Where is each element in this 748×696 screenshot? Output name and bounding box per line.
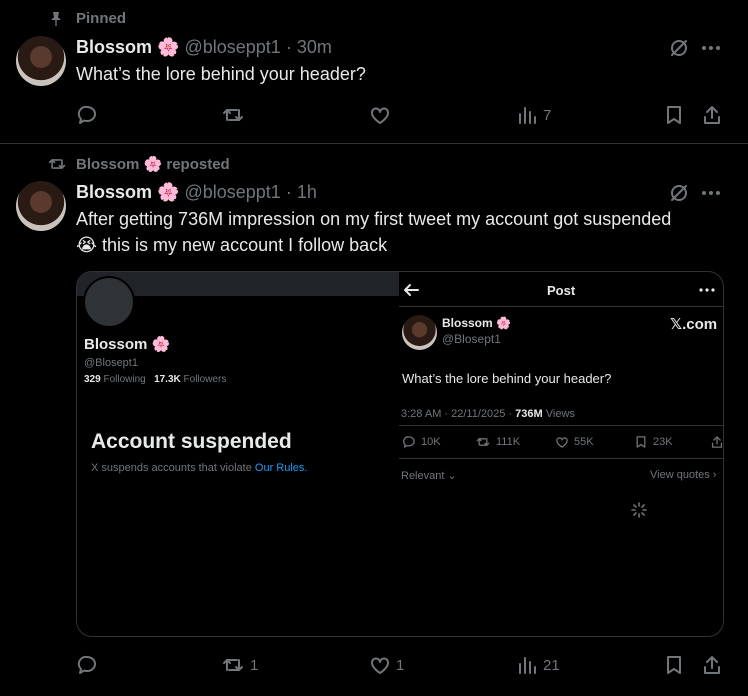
views-icon[interactable] xyxy=(517,105,537,125)
tweet-time[interactable]: · 1h xyxy=(286,182,317,202)
share-icon[interactable] xyxy=(701,654,723,676)
post-timestamp: 3:28 AM · 22/11/2025 · xyxy=(401,408,513,420)
relevant-sort: Relevant ⌄ xyxy=(401,469,457,482)
post-likes: 55K xyxy=(555,435,594,449)
repost-icon xyxy=(47,155,67,173)
post-screenshot-panel: Post Blossom 🌸 @Blosept1 𝕏.com What’s th… xyxy=(399,272,723,636)
share-icon xyxy=(710,435,723,449)
author-handle[interactable]: @bloseppt1 xyxy=(184,37,280,57)
post-replies-count: 10K xyxy=(421,436,441,448)
x-watermark: 𝕏.com xyxy=(670,316,718,333)
grok-icon[interactable] xyxy=(668,182,690,204)
author-name[interactable]: Blossom xyxy=(76,182,152,202)
followers-count: 17.3K xyxy=(154,374,181,385)
post-author: Blossom 🌸 xyxy=(442,316,511,330)
profile-avatar-placeholder xyxy=(83,276,135,328)
meta-divider xyxy=(399,425,723,426)
tweet-text-line2: 😭 this is my new account I follow back xyxy=(76,235,388,255)
retweet-icon[interactable] xyxy=(221,104,245,126)
post-author-handle: @Blosept1 xyxy=(442,332,501,346)
followers-label: Followers xyxy=(183,374,227,385)
loading-spinner-icon xyxy=(631,502,647,518)
rules-link: Our Rules. xyxy=(254,462,308,474)
tweet-time[interactable]: · 30m xyxy=(286,37,332,57)
pin-icon xyxy=(48,11,64,27)
tweet-text: What’s the lore behind your header? xyxy=(76,64,366,84)
view-quotes-label: View quotes xyxy=(650,469,710,481)
suspended-text: X suspends accounts that violate Our Rul… xyxy=(91,462,307,474)
views-count: 7 xyxy=(543,107,552,124)
tweet-header: Blossom 🌸 @bloseppt1 · 30m xyxy=(76,37,332,58)
avatar[interactable] xyxy=(16,181,66,231)
following-label: Following xyxy=(103,374,146,385)
more-options-icon xyxy=(698,282,716,298)
profile-name: Blossom 🌸 xyxy=(84,336,171,353)
tweet-divider xyxy=(0,143,748,144)
suspended-title: Account suspended xyxy=(91,430,292,453)
post-header-divider xyxy=(399,306,723,307)
share-icon[interactable] xyxy=(701,104,723,126)
post-author-emoji: 🌸 xyxy=(496,316,511,330)
repost-label[interactable]: Blossom 🌸 reposted xyxy=(76,155,230,173)
view-quotes: View quotes › xyxy=(650,469,716,481)
stats-divider xyxy=(399,458,723,459)
author-emoji: 🌸 xyxy=(157,182,180,202)
more-options-icon[interactable] xyxy=(700,37,722,59)
post-avatar xyxy=(402,315,437,350)
post-retweets-count: 111K xyxy=(496,436,521,448)
views-icon[interactable] xyxy=(517,655,537,675)
grok-icon[interactable] xyxy=(668,37,690,59)
post-header-title: Post xyxy=(547,283,576,298)
tweet-header: Blossom 🌸 @bloseppt1 · 1h xyxy=(76,182,317,203)
post-retweets: 111K xyxy=(475,435,520,449)
post-bookmarks: 23K xyxy=(634,435,673,449)
back-arrow-icon xyxy=(402,282,420,298)
post-likes-count: 55K xyxy=(574,436,594,448)
post-meta: 3:28 AM · 22/11/2025 · 736M Views xyxy=(401,408,575,420)
suspended-description: X suspends accounts that violate xyxy=(91,462,252,474)
like-icon[interactable] xyxy=(369,654,391,676)
more-options-icon[interactable] xyxy=(700,182,722,204)
profile-handle: @Blosept1 xyxy=(84,357,138,369)
pinned-label: Pinned xyxy=(76,10,127,27)
views-count: 21 xyxy=(543,657,560,674)
profile-stats: 329 Following 17.3K Followers xyxy=(84,374,226,385)
retweet-icon[interactable] xyxy=(221,654,245,676)
bookmark-icon[interactable] xyxy=(663,104,685,126)
post-bookmarks-count: 23K xyxy=(653,436,673,448)
like-count: 1 xyxy=(396,657,405,674)
media-card[interactable]: Blossom 🌸 @Blosept1 329 Following 17.3K … xyxy=(76,271,724,637)
post-text: What’s the lore behind your header? xyxy=(402,371,612,386)
retweet-count: 1 xyxy=(250,657,259,674)
reply-icon[interactable] xyxy=(76,654,98,676)
chevron-right-icon: › xyxy=(712,469,717,481)
chevron-down-icon: ⌄ xyxy=(447,470,457,482)
post-views-label: Views xyxy=(545,408,575,420)
relevant-label: Relevant xyxy=(401,470,445,482)
following-count: 329 xyxy=(84,374,101,385)
tweet-text-line1: After getting 736M impression on my firs… xyxy=(76,209,672,229)
reply-icon[interactable] xyxy=(76,104,98,126)
post-author-name: Blossom xyxy=(442,316,493,330)
author-handle[interactable]: @bloseppt1 xyxy=(184,182,280,202)
bookmark-icon[interactable] xyxy=(663,654,685,676)
like-icon[interactable] xyxy=(369,104,391,126)
avatar[interactable] xyxy=(16,36,66,86)
author-name[interactable]: Blossom xyxy=(76,37,152,57)
post-replies: 10K xyxy=(402,435,441,449)
post-views-count: 736M xyxy=(515,408,543,420)
author-emoji: 🌸 xyxy=(157,37,180,57)
